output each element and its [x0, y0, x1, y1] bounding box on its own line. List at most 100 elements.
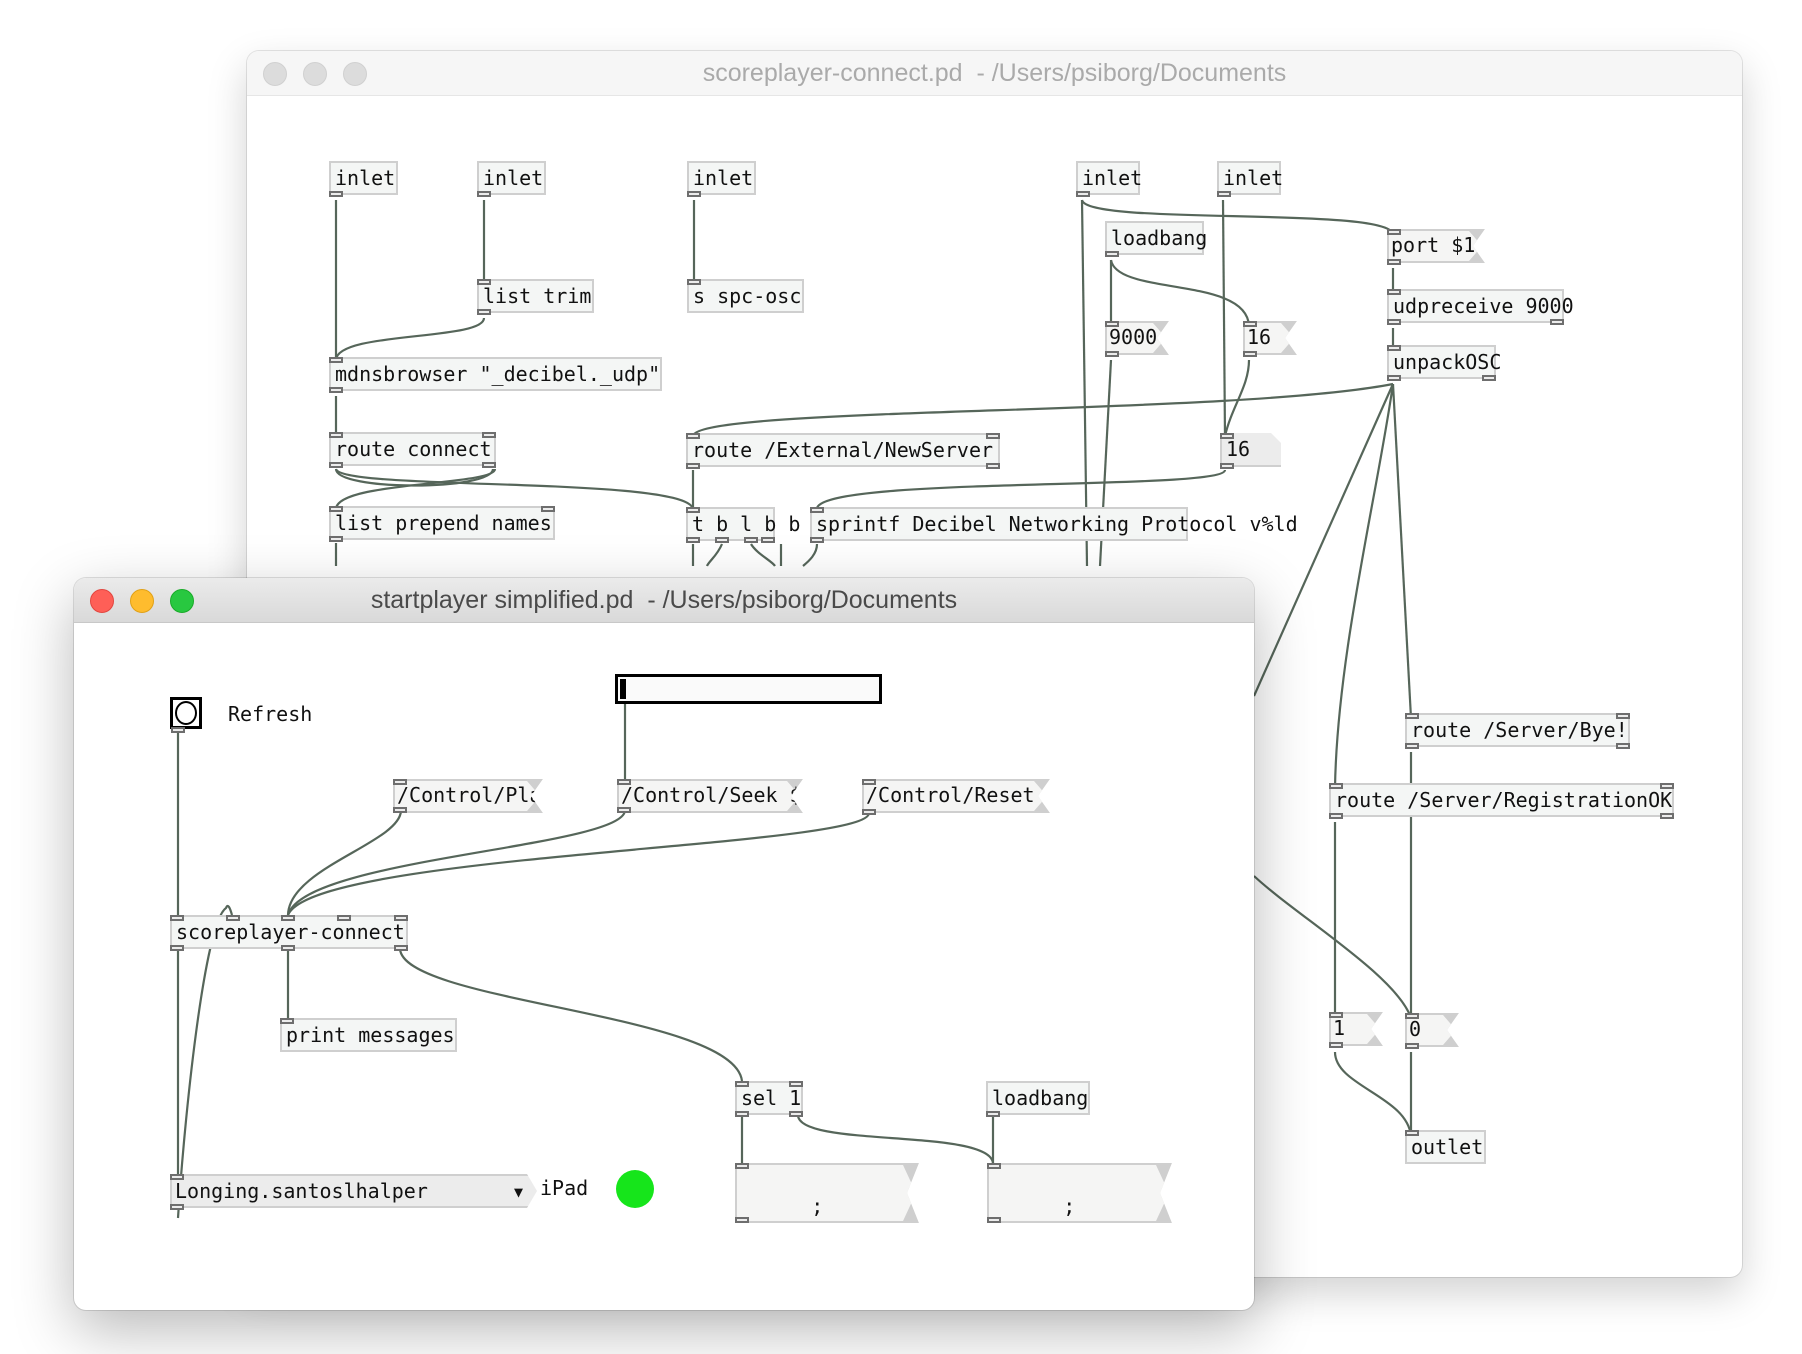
sprintf-object[interactable]: sprintf Decibel Networking Protocol v%ld — [810, 507, 1298, 541]
inlet-port[interactable] — [1243, 321, 1257, 327]
outlet-port[interactable] — [394, 945, 408, 951]
message-led-16[interactable]: ; led color 0 16 — [735, 1163, 919, 1223]
titlebar[interactable]: startplayer simplified.pd - /Users/psibo… — [74, 578, 1254, 623]
loadbang-object[interactable]: loadbang — [1105, 221, 1207, 255]
inlet-port[interactable] — [329, 357, 343, 363]
route-bye-object[interactable]: route /Server/Bye! — [1405, 713, 1630, 747]
outlet-port[interactable] — [1105, 351, 1119, 357]
outlet-port[interactable] — [686, 463, 700, 469]
outlet-port[interactable] — [617, 807, 631, 813]
inlet-port[interactable] — [541, 506, 555, 512]
outlet-port[interactable] — [1387, 319, 1401, 325]
outlet-port[interactable] — [1660, 813, 1674, 819]
inlet-port[interactable] — [1405, 1130, 1419, 1136]
message-seek[interactable]: /Control/Seek $1 — [617, 779, 803, 813]
outlet-port[interactable] — [986, 463, 1000, 469]
inlet-port[interactable] — [1405, 713, 1419, 719]
outlet-port[interactable] — [862, 809, 876, 815]
outlet-port[interactable] — [744, 537, 758, 543]
inlet-port[interactable] — [687, 279, 701, 285]
inlet-port[interactable] — [1105, 321, 1119, 327]
outlet-port[interactable] — [1217, 191, 1231, 197]
outlet-port[interactable] — [1329, 813, 1343, 819]
message-reset[interactable]: /Control/Reset — [862, 779, 1050, 813]
outlet-port[interactable] — [477, 309, 491, 315]
inlet-port[interactable] — [1329, 1012, 1343, 1018]
route-newserver-object[interactable]: route /External/NewServer — [686, 433, 1000, 467]
inlet-port[interactable] — [170, 1174, 184, 1180]
inlet-port[interactable] — [1387, 289, 1401, 295]
outlet-port[interactable] — [1105, 251, 1119, 257]
inlet-port[interactable] — [1329, 783, 1343, 789]
outlet-port[interactable] — [735, 1217, 749, 1223]
inlet-port[interactable] — [686, 433, 700, 439]
outlet-port[interactable] — [482, 462, 496, 468]
inlet-port[interactable] — [789, 1081, 803, 1087]
outlet-port[interactable] — [171, 727, 185, 733]
outlet-port[interactable] — [715, 537, 729, 543]
inlet-port[interactable] — [226, 915, 240, 921]
inlet-object[interactable]: inlet — [1217, 161, 1283, 195]
inlet-port[interactable] — [477, 279, 491, 285]
inlet-port[interactable] — [1616, 713, 1630, 719]
outlet-port[interactable] — [281, 945, 295, 951]
list-prepend-object[interactable]: list prepend names — [329, 506, 555, 540]
outlet-port[interactable] — [687, 191, 701, 197]
patch-canvas[interactable]: Refresh /Control/Play /Control/Seek $1 /… — [74, 623, 1254, 1310]
inlet-object[interactable]: inlet — [329, 161, 398, 195]
inlet-object[interactable]: inlet — [477, 161, 546, 195]
inlet-port[interactable] — [1387, 345, 1401, 351]
outlet-port[interactable] — [1482, 375, 1496, 381]
outlet-port[interactable] — [1405, 743, 1419, 749]
send-object[interactable]: s spc-osc — [687, 279, 804, 313]
slider-knob[interactable] — [620, 679, 626, 699]
outlet-port[interactable] — [329, 536, 343, 542]
inlet-port[interactable] — [170, 915, 184, 921]
outlet-port[interactable] — [329, 191, 343, 197]
device-menu[interactable]: Longing.santoslhalper ▼ — [170, 1174, 537, 1208]
outlet-port[interactable] — [1243, 351, 1257, 357]
mdnsbrowser-object[interactable]: mdnsbrowser "_decibel._udp" — [329, 357, 662, 391]
inlet-object[interactable]: inlet — [1076, 161, 1142, 195]
inlet-port[interactable] — [735, 1081, 749, 1087]
inlet-port[interactable] — [482, 432, 496, 438]
outlet-port[interactable] — [477, 191, 491, 197]
inlet-object[interactable]: inlet — [687, 161, 756, 195]
outlet-port[interactable] — [1076, 191, 1090, 197]
outlet-port[interactable] — [1329, 1042, 1343, 1048]
outlet-port[interactable] — [987, 1217, 1001, 1223]
outlet-port[interactable] — [1550, 319, 1564, 325]
inlet-port[interactable] — [281, 915, 295, 921]
outlet-port[interactable] — [735, 1111, 749, 1117]
outlet-port[interactable] — [1220, 463, 1234, 469]
inlet-port[interactable] — [1387, 229, 1401, 235]
inlet-port[interactable] — [686, 507, 700, 513]
outlet-port[interactable] — [1387, 259, 1401, 265]
outlet-port[interactable] — [1616, 743, 1630, 749]
inlet-port[interactable] — [862, 779, 876, 785]
titlebar[interactable]: scoreplayer-connect.pd - /Users/psiborg/… — [247, 51, 1742, 96]
inlet-port[interactable] — [735, 1163, 749, 1169]
outlet-port[interactable] — [686, 537, 700, 543]
outlet-port[interactable] — [329, 462, 343, 468]
inlet-port[interactable] — [394, 915, 408, 921]
route-registrationok-object[interactable]: route /Server/RegistrationOK — [1329, 783, 1674, 817]
message-port[interactable]: port $1 — [1387, 229, 1485, 263]
inlet-port[interactable] — [337, 915, 351, 921]
inlet-port[interactable] — [986, 433, 1000, 439]
unpackosc-object[interactable]: unpackOSC — [1387, 345, 1501, 379]
inlet-port[interactable] — [987, 1163, 1001, 1169]
inlet-port[interactable] — [1660, 783, 1674, 789]
inlet-port[interactable] — [617, 779, 631, 785]
outlet-port[interactable] — [329, 387, 343, 393]
inlet-port[interactable] — [1220, 433, 1234, 439]
outlet-port[interactable] — [761, 537, 775, 543]
list-trim-object[interactable]: list trim — [477, 279, 594, 313]
inlet-port[interactable] — [329, 506, 343, 512]
inlet-port[interactable] — [329, 432, 343, 438]
outlet-port[interactable] — [170, 1204, 184, 1210]
outlet-port[interactable] — [789, 1111, 803, 1117]
message-led-13[interactable]: ; led color 0 13 — [987, 1163, 1172, 1223]
inlet-port[interactable] — [393, 779, 407, 785]
outlet-port[interactable] — [170, 945, 184, 951]
